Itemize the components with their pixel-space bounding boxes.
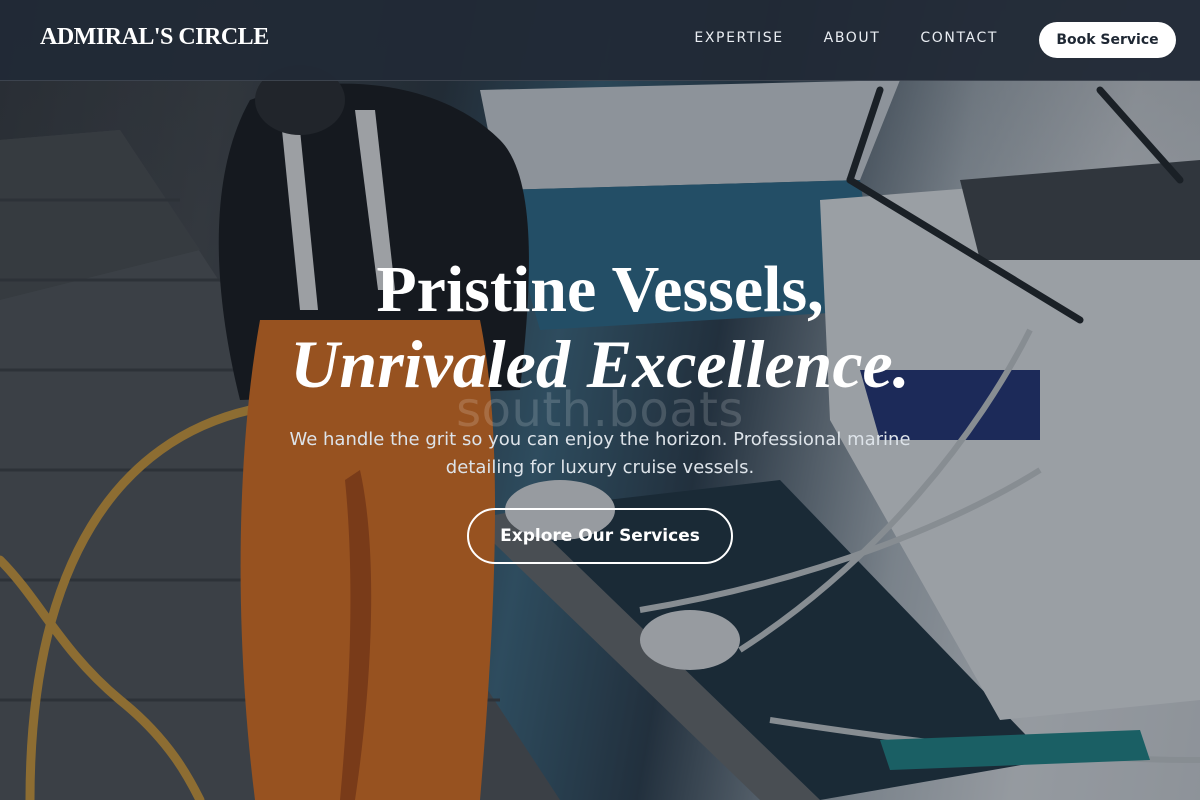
hero-title-line2: Unrivaled Excellence.	[290, 326, 910, 402]
brand-logo[interactable]: ADMIRAL'S CIRCLE	[40, 24, 269, 51]
nav-links: EXPERTISE ABOUT CONTACT	[694, 30, 998, 46]
hero-subtitle: We handle the grit so you can enjoy the …	[289, 429, 911, 478]
top-navbar: ADMIRAL'S CIRCLE EXPERTISE ABOUT CONTACT…	[0, 0, 1200, 81]
nav-link-about[interactable]: ABOUT	[824, 30, 881, 46]
book-service-button[interactable]: Book Service	[1039, 22, 1176, 58]
nav-link-expertise[interactable]: EXPERTISE	[694, 30, 783, 46]
page: ADMIRAL'S CIRCLE EXPERTISE ABOUT CONTACT…	[0, 0, 1200, 800]
hero-title-line1: Pristine Vessels,	[376, 253, 824, 326]
hero-section: Pristine Vessels, Unrivaled Excellence. …	[0, 250, 1200, 564]
explore-services-button[interactable]: Explore Our Services	[467, 508, 733, 564]
nav-link-contact[interactable]: CONTACT	[920, 30, 998, 46]
